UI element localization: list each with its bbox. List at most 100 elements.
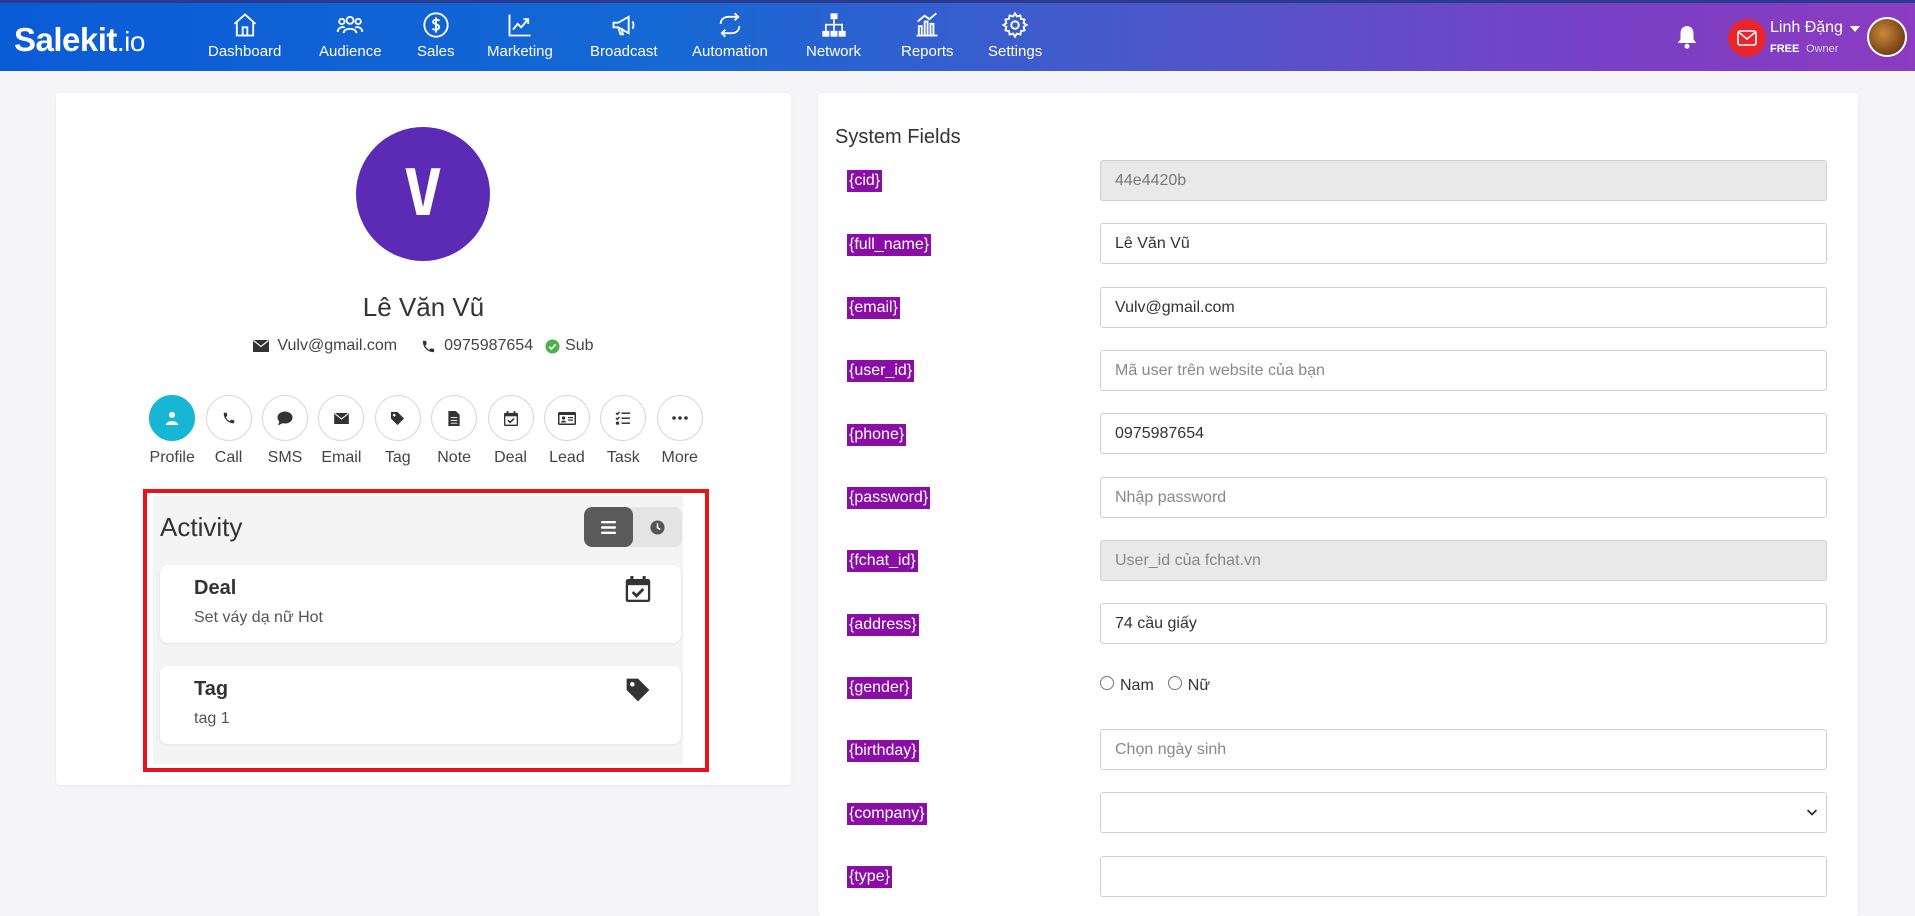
nav-sales[interactable]: Sales xyxy=(417,11,455,69)
company-select[interactable] xyxy=(1100,792,1827,833)
tag-icon xyxy=(391,411,405,425)
gender-option-label: Nữ xyxy=(1187,677,1211,694)
user-icon xyxy=(166,411,179,425)
chevron-down-icon[interactable] xyxy=(1806,806,1818,818)
contact-phone-text: 0975987654 xyxy=(444,337,534,354)
address-field[interactable] xyxy=(1100,603,1827,644)
calendar-check-icon xyxy=(625,576,651,602)
cid-field xyxy=(1100,160,1827,201)
action-task[interactable]: Task xyxy=(595,395,651,467)
user-name[interactable]: Linh Đặng xyxy=(1770,19,1843,37)
activity-item-subtitle: tag 1 xyxy=(194,710,230,727)
brand-logo[interactable]: Salekit.io xyxy=(14,21,145,59)
action-bar: Profile Call SMS Email Tag Note Deal Lea… xyxy=(144,395,708,467)
gender-option-nam[interactable]: Nam xyxy=(1100,676,1154,695)
field-label-type: {type} xyxy=(847,866,892,888)
nav-marketing[interactable]: Marketing xyxy=(487,11,553,69)
status-text: Sub xyxy=(565,337,594,354)
action-label: Note xyxy=(437,449,472,466)
nav-label: Sales xyxy=(417,43,455,60)
user-avatar[interactable] xyxy=(1867,17,1907,57)
user-role: Owner xyxy=(1806,43,1839,55)
home-icon xyxy=(233,13,256,37)
birthday-field[interactable] xyxy=(1100,729,1827,770)
activity-item-deal[interactable]: Deal Set váy dạ nữ Hot xyxy=(160,565,681,643)
full-name-field[interactable] xyxy=(1100,223,1827,264)
list-icon xyxy=(601,520,616,534)
megaphone-icon xyxy=(612,15,635,36)
users-icon xyxy=(337,15,364,34)
activity-item-title: Tag xyxy=(194,678,229,700)
action-call[interactable]: Call xyxy=(200,395,256,467)
action-label: Task xyxy=(606,449,640,466)
action-profile[interactable]: Profile xyxy=(144,395,200,467)
activity-item-subtitle: Set váy dạ nữ Hot xyxy=(194,609,323,626)
action-email[interactable]: Email xyxy=(313,395,369,467)
nav-audience[interactable]: Audience xyxy=(319,11,382,69)
nav-label: Dashboard xyxy=(208,43,282,60)
contact-email[interactable]: Vulv@gmail.com xyxy=(253,337,397,355)
bar-chart-icon xyxy=(916,12,938,37)
field-label-password: {password} xyxy=(847,487,931,509)
nav-automation[interactable]: Automation xyxy=(692,11,768,69)
timeline-view-button[interactable] xyxy=(633,507,682,547)
phone-field[interactable] xyxy=(1100,413,1827,454)
nav-label: Reports xyxy=(901,43,954,60)
action-label: More xyxy=(661,449,698,466)
nav-network[interactable]: Network xyxy=(806,11,861,69)
brand-suffix: .io xyxy=(116,26,146,57)
note-icon xyxy=(448,410,460,426)
type-field[interactable] xyxy=(1100,856,1827,897)
action-more[interactable]: More xyxy=(652,395,708,467)
nav-label: Settings xyxy=(988,43,1043,60)
network-icon xyxy=(821,13,846,37)
password-field[interactable] xyxy=(1100,477,1827,518)
chat-icon xyxy=(277,411,293,425)
nav-dashboard[interactable]: Dashboard xyxy=(208,11,281,69)
action-label: Lead xyxy=(549,449,585,466)
repeat-icon xyxy=(719,12,741,38)
nav-reports[interactable]: Reports xyxy=(901,11,954,69)
gender-radio-group: Nam Nữ xyxy=(1100,676,1224,695)
mail-icon[interactable] xyxy=(1728,19,1766,57)
field-label-full-name: {full_name} xyxy=(847,234,932,256)
user-id-field[interactable] xyxy=(1100,350,1827,391)
contact-email-text: Vulv@gmail.com xyxy=(277,337,398,354)
check-circle-icon xyxy=(545,338,560,354)
email-field[interactable] xyxy=(1100,287,1827,328)
radio-button[interactable] xyxy=(1100,676,1114,690)
caret-down-icon[interactable] xyxy=(1850,26,1860,32)
action-tag[interactable]: Tag xyxy=(370,395,426,467)
field-label-phone: {phone} xyxy=(847,424,907,446)
action-label: Email xyxy=(321,449,362,466)
envelope-icon xyxy=(334,412,349,424)
activity-view-toggle xyxy=(584,507,682,547)
contact-phone[interactable]: 0975987654 xyxy=(421,337,533,355)
list-view-button[interactable] xyxy=(584,507,633,547)
nav-label: Audience xyxy=(319,43,382,60)
nav-broadcast[interactable]: Broadcast xyxy=(590,11,658,69)
phone-icon xyxy=(223,412,234,424)
status-badge: Sub xyxy=(545,337,594,355)
gender-option-label: Nam xyxy=(1120,677,1154,694)
gender-option-nu[interactable]: Nữ xyxy=(1167,676,1211,695)
activity-item-tag[interactable]: Tag tag 1 xyxy=(160,666,681,744)
field-label-gender: {gender} xyxy=(847,677,912,699)
action-deal[interactable]: Deal xyxy=(482,395,538,467)
action-note[interactable]: Note xyxy=(426,395,482,467)
action-label: Profile xyxy=(149,449,195,466)
action-lead[interactable]: Lead xyxy=(539,395,595,467)
bell-icon[interactable] xyxy=(1674,23,1700,51)
nav-label: Network xyxy=(806,43,862,60)
phone-icon xyxy=(422,340,435,352)
action-sms[interactable]: SMS xyxy=(257,395,313,467)
activity-title: Activity xyxy=(160,512,243,542)
radio-button[interactable] xyxy=(1167,676,1182,690)
action-label: SMS xyxy=(267,449,303,466)
field-label-email: {email} xyxy=(847,297,900,319)
id-card-icon xyxy=(557,411,576,425)
contact-avatar: V xyxy=(356,127,490,261)
action-label: Call xyxy=(214,449,243,466)
nav-settings[interactable]: Settings xyxy=(988,11,1042,69)
field-label-address: {address} xyxy=(847,614,919,636)
